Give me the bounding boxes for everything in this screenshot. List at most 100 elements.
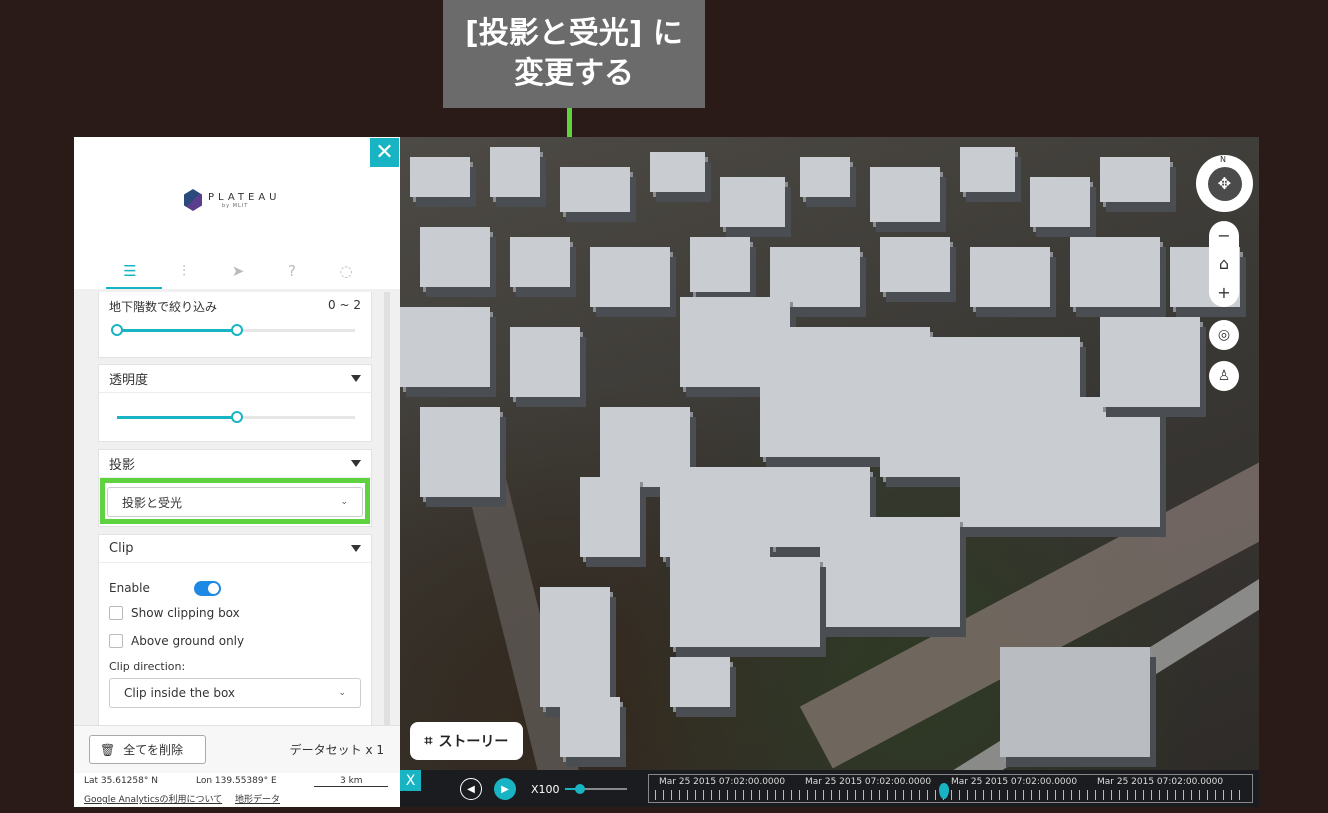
- capture-icon: ⌗: [424, 733, 433, 749]
- annotation-callout: [投影と受光] に 変更する: [443, 0, 705, 108]
- sliders-icon: ⫶: [182, 262, 186, 280]
- rewind-button[interactable]: ◀: [460, 778, 482, 800]
- plateau-logo: PLATEAU by MLIT: [184, 189, 280, 211]
- google-analytics-link[interactable]: Google Analyticsの利用について: [84, 792, 222, 805]
- panel-scrollbar[interactable]: [384, 292, 390, 725]
- pan-icon[interactable]: ✥: [1207, 166, 1242, 201]
- home-button[interactable]: ⌂: [1219, 254, 1229, 273]
- floor-filter-max-handle[interactable]: [231, 324, 243, 336]
- logo-text: PLATEAU: [208, 191, 281, 203]
- panel-footer: 🗑 全てを削除 データセット x 1: [74, 725, 400, 773]
- tab-data[interactable]: ☰: [118, 259, 142, 283]
- locate-button[interactable]: ◎: [1209, 320, 1239, 350]
- building: [670, 557, 820, 647]
- building: [650, 152, 705, 192]
- building: [690, 237, 750, 292]
- map-info-bar: Lat 35.61258° N Lon 139.55389° E 3 km Go…: [74, 773, 400, 807]
- building: [420, 227, 490, 287]
- building: [1000, 647, 1150, 757]
- longitude-readout: Lon 139.55389° E: [196, 776, 277, 786]
- scale-bar: [314, 786, 388, 787]
- timeline-close-button[interactable]: X: [400, 770, 421, 791]
- send-icon: ➤: [231, 262, 245, 280]
- building: [800, 157, 850, 197]
- building: [510, 327, 580, 397]
- show-clipping-box-checkbox[interactable]: [109, 606, 123, 620]
- building: [1070, 237, 1160, 307]
- collapse-icon: [351, 460, 361, 467]
- clip-card: Clip Enable Show clipping box Above grou…: [98, 534, 372, 725]
- scale-label: 3 km: [340, 776, 363, 786]
- opacity-handle[interactable]: [231, 411, 243, 423]
- annotation-line-2: 変更する: [514, 56, 634, 91]
- floor-filter-min-handle[interactable]: [111, 324, 123, 336]
- above-ground-checkbox[interactable]: [109, 634, 123, 648]
- zoom-in-button[interactable]: +: [1217, 283, 1230, 302]
- delete-all-label: 全てを削除: [123, 743, 183, 757]
- show-clipping-box-label: Show clipping box: [131, 606, 240, 620]
- panel-close-button[interactable]: ✕: [370, 138, 399, 167]
- building: [880, 237, 950, 292]
- clip-enable-label: Enable: [109, 581, 150, 595]
- building: [400, 307, 490, 387]
- opacity-header[interactable]: 透明度: [99, 365, 371, 393]
- database-icon: ☰: [123, 262, 137, 280]
- compass-control[interactable]: N ✥: [1196, 155, 1253, 212]
- timeline-scrubber[interactable]: Mar 25 2015 07:02:00.0000 Mar 25 2015 07…: [648, 774, 1253, 803]
- timeline-date-label: Mar 25 2015 07:02:00.0000: [659, 777, 786, 787]
- shadow-label: 投影: [109, 458, 136, 473]
- timeline-date-label: Mar 25 2015 07:02:00.0000: [1097, 777, 1224, 787]
- pedestrian-mode-button[interactable]: ♙: [1209, 361, 1239, 391]
- clip-label: Clip: [109, 541, 134, 556]
- map-viewport[interactable]: [400, 137, 1259, 770]
- building: [420, 407, 500, 497]
- floor-filter-label: 地下階数で絞り込み: [109, 300, 218, 314]
- delete-all-button[interactable]: 🗑 全てを削除: [89, 735, 206, 764]
- building: [1100, 157, 1170, 202]
- building: [560, 697, 620, 757]
- help-icon: ?: [288, 262, 296, 280]
- dataset-count: データセット x 1: [289, 743, 384, 757]
- playback-speed-label: X100: [531, 783, 560, 796]
- layer-panel: ✕ PLATEAU by MLIT ☰ ⫶ ➤ ? ◌ 地下階数で絞り込み 0 …: [74, 137, 400, 807]
- clip-direction-select[interactable]: Clip inside the box ⌄: [109, 678, 361, 708]
- clip-direction-value: Clip inside the box: [124, 686, 236, 700]
- floor-filter-fill: [117, 329, 237, 332]
- building: [970, 247, 1050, 307]
- clip-direction-label: Clip direction:: [109, 660, 186, 673]
- timeline-ticks: [655, 790, 1246, 800]
- building: [540, 587, 610, 707]
- rewind-icon: ◀: [467, 783, 475, 795]
- building: [410, 157, 470, 197]
- collapse-icon: [351, 375, 361, 382]
- zoom-out-button[interactable]: −: [1217, 226, 1230, 245]
- chevron-down-icon: ⌄: [338, 688, 346, 698]
- tab-feedback[interactable]: ◌: [334, 259, 358, 283]
- building: [660, 467, 770, 557]
- timeline-date-label: Mar 25 2015 07:02:00.0000: [951, 777, 1078, 787]
- building: [670, 657, 730, 707]
- annotation-line-1: [投影と受光] に: [465, 16, 683, 51]
- annotation-highlight-box: [100, 478, 370, 524]
- zoom-control: − ⌂ +: [1209, 221, 1239, 307]
- tab-share[interactable]: ➤: [226, 259, 250, 283]
- tab-help[interactable]: ?: [280, 259, 304, 283]
- terrain-data-link[interactable]: 地形データ: [235, 792, 280, 805]
- compass-north-label: N: [1220, 155, 1226, 164]
- crosshair-icon: ◎: [1217, 327, 1231, 343]
- trash-icon: 🗑: [100, 742, 116, 757]
- building: [960, 397, 1160, 527]
- story-button-label: ストーリー: [438, 734, 509, 750]
- tab-settings[interactable]: ⫶: [172, 259, 196, 283]
- walking-person-icon: ♙: [1217, 368, 1231, 384]
- panel-tabs: ☰ ⫶ ➤ ? ◌: [118, 259, 358, 283]
- clip-header[interactable]: Clip: [99, 535, 371, 563]
- story-button[interactable]: ⌗ ストーリー: [410, 722, 523, 760]
- clip-enable-toggle[interactable]: [194, 581, 221, 596]
- speed-slider-handle[interactable]: [575, 784, 585, 794]
- building: [720, 177, 785, 227]
- building: [1030, 177, 1090, 227]
- close-icon: ✕: [375, 140, 394, 165]
- play-button[interactable]: ▶: [494, 778, 516, 800]
- shadow-header[interactable]: 投影: [99, 450, 371, 478]
